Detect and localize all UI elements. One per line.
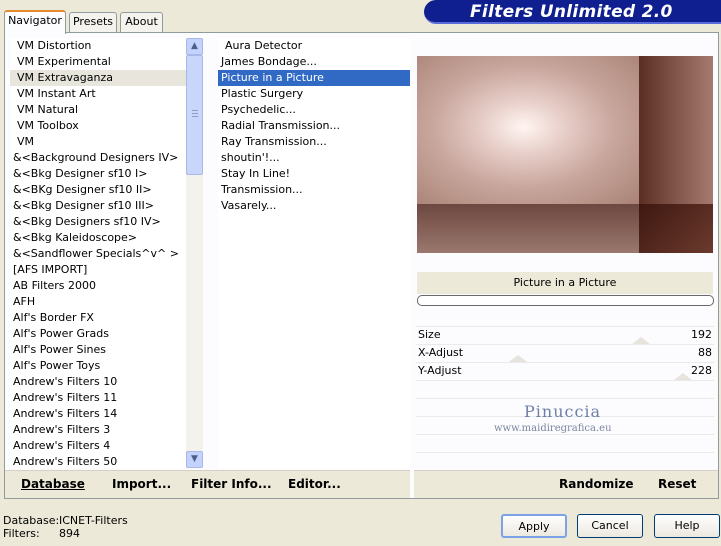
list-item[interactable]: Alf's Power Toys: [10, 358, 186, 374]
list-item[interactable]: Alf's Power Grads: [10, 326, 186, 342]
list-item[interactable]: Andrew's Filters 4: [10, 438, 186, 454]
size-slider-handle[interactable]: [632, 337, 650, 344]
list-item[interactable]: Andrew's Filters 11: [10, 390, 186, 406]
list-item[interactable]: Andrew's Filters 3: [10, 422, 186, 438]
list-item[interactable]: VM Toolbox: [10, 118, 186, 134]
apply-button[interactable]: Apply: [501, 514, 567, 538]
status-database-value: ICNET-Filters: [59, 514, 128, 527]
watermark-name: Pinuccia: [524, 402, 602, 421]
randomize-button[interactable]: Randomize: [559, 477, 633, 491]
list-item[interactable]: Alf's Border FX: [10, 310, 186, 326]
import-button[interactable]: Import...: [112, 477, 171, 491]
list-item[interactable]: James Bondage...: [218, 54, 410, 70]
list-item[interactable]: shoutin'!...: [218, 150, 410, 166]
filter-info-button[interactable]: Filter Info...: [191, 477, 272, 491]
scroll-down-button[interactable]: ▼: [186, 451, 203, 468]
param-x-adjust[interactable]: X-Adjust 88: [416, 344, 714, 362]
editor-button[interactable]: Editor...: [288, 477, 341, 491]
list-item[interactable]: Stay In Line!: [218, 166, 410, 182]
param-value: 192: [691, 328, 712, 341]
reset-button[interactable]: Reset: [658, 477, 696, 491]
list-item[interactable]: VM Natural: [10, 102, 186, 118]
list-item[interactable]: Ray Transmission...: [218, 134, 410, 150]
filter-name-label: Picture in a Picture: [417, 272, 713, 294]
list-item[interactable]: Radial Transmission...: [218, 118, 410, 134]
status-filters-label: Filters:: [3, 527, 40, 540]
list-item[interactable]: &<Bkg Kaleidoscope>: [10, 230, 186, 246]
param-size[interactable]: Size 192: [416, 326, 714, 344]
list-item[interactable]: Plastic Surgery: [218, 86, 410, 102]
list-item[interactable]: Andrew's Filters 14: [10, 406, 186, 422]
filter-preview-image: [417, 56, 713, 253]
list-item[interactable]: Psychedelic...: [218, 102, 410, 118]
app-title-banner: Filters Unlimited 2.0: [424, 0, 721, 24]
param-label: Y-Adjust: [418, 364, 462, 377]
status-filters: Filters: 894: [3, 527, 80, 540]
list-item[interactable]: Andrew's Filters 50: [10, 454, 186, 468]
filter-list[interactable]: Aura Detector James Bondage... Picture in …: [218, 38, 410, 468]
scroll-thumb[interactable]: [186, 55, 203, 175]
param-label: Size: [418, 328, 441, 341]
list-item[interactable]: VM Extravaganza: [10, 70, 186, 86]
param-value: 228: [691, 364, 712, 377]
category-list[interactable]: VM Distortion VM Experimental VM Extravaga…: [10, 38, 186, 468]
list-item[interactable]: &<Sandflower Specials^v^ >: [10, 246, 186, 262]
param-label: X-Adjust: [418, 346, 464, 359]
help-button[interactable]: Help: [654, 514, 720, 538]
category-scrollbar[interactable]: ▲ ▼: [186, 38, 203, 468]
list-item[interactable]: AFH: [10, 294, 186, 310]
y-adjust-slider-handle[interactable]: [674, 373, 692, 380]
watermark-url: www.maidiregrafica.eu: [494, 423, 612, 434]
x-adjust-slider-handle[interactable]: [509, 355, 527, 362]
list-item[interactable]: &<Bkg Designer sf10 I>: [10, 166, 186, 182]
status-database-label: Database:: [3, 514, 60, 527]
progress-bar: [417, 295, 714, 306]
list-item[interactable]: Transmission...: [218, 182, 410, 198]
cancel-button[interactable]: Cancel: [577, 514, 643, 538]
list-item[interactable]: Aura Detector: [218, 38, 410, 54]
list-item[interactable]: VM Instant Art: [10, 86, 186, 102]
list-item[interactable]: VM Experimental: [10, 54, 186, 70]
param-value: 88: [698, 346, 712, 359]
database-button[interactable]: Database: [21, 477, 85, 491]
list-item[interactable]: Vasarely...: [218, 198, 410, 214]
list-item[interactable]: VM: [10, 134, 186, 150]
status-filters-value: 894: [59, 527, 80, 540]
list-item[interactable]: Picture in a Picture: [218, 70, 410, 86]
list-item[interactable]: AB Filters 2000: [10, 278, 186, 294]
tab-about[interactable]: About: [120, 12, 163, 32]
tab-navigator[interactable]: Navigator: [4, 10, 66, 34]
list-item[interactable]: &<BKg Designer sf10 II>: [10, 182, 186, 198]
tab-presets[interactable]: Presets: [69, 12, 117, 32]
param-y-adjust[interactable]: Y-Adjust 228: [416, 362, 714, 380]
list-item[interactable]: &<Bkg Designer sf10 III>: [10, 198, 186, 214]
list-item[interactable]: Alf's Power Sines: [10, 342, 186, 358]
list-item[interactable]: VM Distortion: [10, 38, 186, 54]
status-database: Database: ICNET-Filters: [3, 514, 128, 527]
list-item[interactable]: &<Bkg Designers sf10 IV>: [10, 214, 186, 230]
list-item[interactable]: &<Background Designers IV>: [10, 150, 186, 166]
list-item[interactable]: Andrew's Filters 10: [10, 374, 186, 390]
scroll-up-button[interactable]: ▲: [186, 38, 203, 55]
list-item[interactable]: [AFS IMPORT]: [10, 262, 186, 278]
